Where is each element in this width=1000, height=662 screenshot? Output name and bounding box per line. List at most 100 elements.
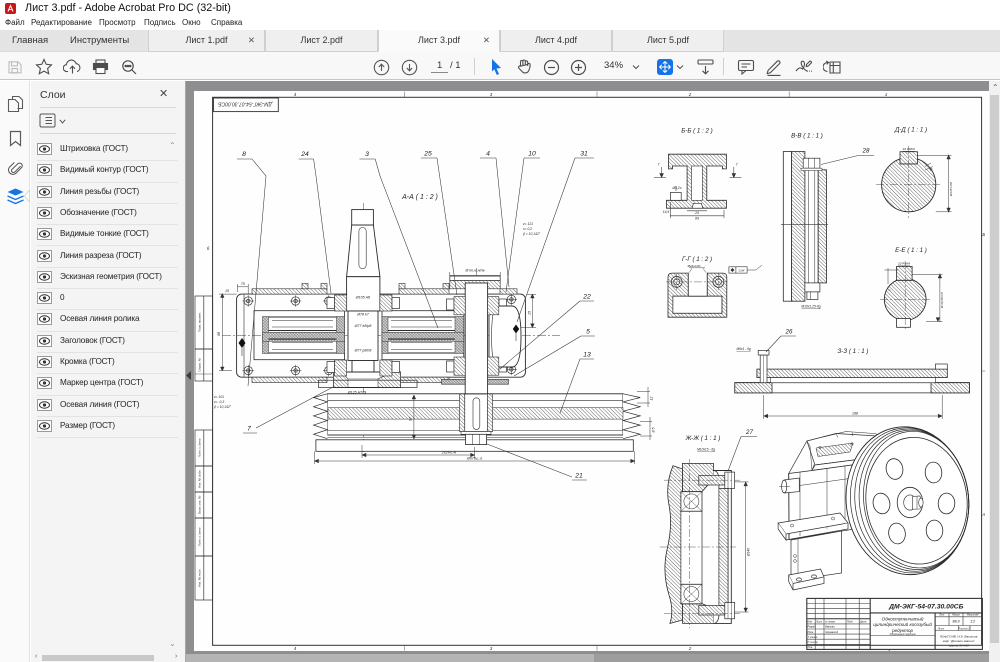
svg-text:Г-Г ( 1 : 2 ): Г-Г ( 1 : 2 ) — [682, 256, 712, 263]
svg-text:Масса: Масса — [952, 614, 960, 617]
svg-text:15: 15 — [527, 311, 531, 315]
svg-text:21: 21 — [574, 473, 583, 480]
svg-text:Ø125 Н7/f9: Ø125 Н7/f9 — [347, 391, 366, 395]
svg-text:Инв. № дубл.: Инв. № дубл. — [198, 470, 202, 489]
svg-text:88,9: 88,9 — [953, 619, 960, 623]
svg-text:Лист: Лист — [937, 627, 944, 630]
svg-text:М10х15 - 6g: М10х15 - 6g — [697, 448, 715, 452]
svg-text:Справ. №: Справ. № — [198, 357, 202, 371]
svg-text:5: 5 — [586, 329, 590, 336]
svg-text:Подп.: Подп. — [847, 621, 854, 624]
svg-text:2: 2 — [688, 646, 692, 651]
svg-text:10: 10 — [528, 151, 536, 158]
svg-text:Иванова: Иванова — [825, 626, 835, 629]
svg-text:3: 3 — [490, 92, 493, 97]
svg-text:12: 12 — [650, 397, 654, 401]
svg-text:Перв. примен.: Перв. примен. — [198, 312, 202, 332]
svg-text:ДМ-ЭКГ-54-07.30.00СБ: ДМ-ЭКГ-54-07.30.00СБ — [218, 100, 273, 106]
svg-text:Ø105 Н8: Ø105 Н8 — [355, 295, 370, 299]
svg-text:каф. "Детали машин": каф. "Детали машин" — [943, 639, 976, 643]
svg-text:4: 4 — [294, 646, 297, 651]
svg-text:Б: Б — [982, 232, 985, 237]
svg-text:б: б — [207, 246, 210, 251]
svg-text:3: 3 — [490, 646, 493, 651]
svg-text:75: 75 — [241, 282, 245, 286]
svg-text:z= 101: z= 101 — [213, 395, 224, 399]
svg-text:Дата: Дата — [859, 621, 867, 624]
svg-text:М10х1,25-6g: М10х1,25-6g — [801, 305, 820, 309]
svg-text:14,5: 14,5 — [663, 210, 670, 214]
svg-text:27: 27 — [745, 429, 753, 436]
svg-text:10 Р9/h9: 10 Р9/h9 — [898, 262, 910, 266]
svg-text:Лит.: Лит. — [938, 614, 945, 617]
svg-text:28: 28 — [862, 148, 870, 155]
svg-text:Ø78 k7: Ø78 k7 — [356, 312, 370, 316]
svg-text:А: А — [981, 512, 985, 517]
svg-text:89: 89 — [695, 217, 699, 221]
svg-text:цилиндрический косозубый: цилиндрический косозубый — [873, 621, 932, 627]
svg-text:26: 26 — [785, 329, 793, 336]
svg-text:Масштаб: Масштаб — [967, 614, 979, 617]
svg-text:Ø по.м.н/пв: Ø по.м.н/пв — [464, 269, 484, 273]
svg-text:x= -0,3: x= -0,3 — [213, 400, 224, 404]
svg-text:Одноступенчатый: Одноступенчатый — [882, 616, 924, 622]
svg-text:Сборочный чертеж: Сборочный чертеж — [890, 632, 917, 636]
svg-text:В-В ( 1 : 1 ): В-В ( 1 : 1 ) — [791, 133, 823, 140]
svg-text:β = 10,142°: β = 10,142° — [522, 232, 541, 236]
svg-text:24: 24 — [300, 151, 309, 158]
svg-text:Утв.: Утв. — [808, 646, 814, 649]
svg-text:М6х1 - 6g: М6х1 - 6g — [737, 347, 751, 351]
svg-text:З-З ( 1 : 1 ): З-З ( 1 : 1 ) — [838, 348, 869, 355]
svg-text:2х24±1.46: 2х24±1.46 — [441, 451, 457, 455]
svg-text:z= 121: z= 121 — [522, 222, 533, 226]
svg-text:7: 7 — [247, 426, 251, 433]
svg-text:2: 2 — [688, 92, 692, 97]
svg-text:Разраб.: Разраб. — [808, 626, 817, 629]
svg-text:Листов 1: Листов 1 — [957, 627, 970, 630]
svg-text:98: 98 — [217, 332, 221, 336]
svg-text:22: 22 — [582, 294, 591, 301]
svg-text:Взам. инв. №: Взам. инв. № — [198, 495, 202, 514]
svg-text:Ø77 е8/р8: Ø77 е8/р8 — [354, 324, 372, 328]
svg-text:Ø140: Ø140 — [747, 548, 751, 557]
svg-text:x= 0,2: x= 0,2 — [522, 227, 532, 231]
svg-text:Н. контр.: Н. контр. — [808, 641, 819, 644]
svg-text:Ø178-0.008: Ø178-0.008 — [949, 181, 953, 197]
svg-text:4: 4 — [486, 151, 490, 158]
svg-text:4: 4 — [294, 92, 297, 97]
svg-text:Пров.: Пров. — [808, 631, 815, 634]
svg-text:β = 10,142°: β = 10,142° — [213, 405, 232, 409]
svg-text:10: 10 — [929, 167, 934, 172]
svg-text:группа Зк-418: группа Зк-418 — [949, 643, 970, 647]
svg-text:31: 31 — [580, 151, 588, 158]
svg-text:Подп. и дата: Подп. и дата — [198, 438, 202, 457]
svg-text:Ж-Ж ( 1 : 1 ): Ж-Ж ( 1 : 1 ) — [685, 435, 721, 442]
svg-text:Ø5,2х: Ø5,2х — [671, 186, 681, 190]
svg-text:16 Р9/h9: 16 Р9/h9 — [903, 147, 915, 151]
svg-text:Ø77 р8/h8: Ø77 р8/h8 — [354, 349, 372, 353]
svg-text:1: 1 — [885, 92, 887, 97]
svg-text:Инв. № подл.: Инв. № подл. — [198, 569, 202, 588]
svg-text:Е-Е ( 1 : 1 ): Е-Е ( 1 : 1 ) — [895, 247, 927, 254]
svg-text:ДМ-ЭКГ-54-07.30.00СБ: ДМ-ЭКГ-54-07.30.00СБ — [888, 603, 964, 610]
svg-text:13: 13 — [583, 352, 591, 359]
svg-text:15: 15 — [225, 289, 229, 293]
svg-text:Б-Б ( 1 : 2 ): Б-Б ( 1 : 2 ) — [681, 128, 712, 135]
svg-text:Д-Д ( 1 : 1 ): Д-Д ( 1 : 1 ) — [894, 127, 927, 134]
svg-text:Чернавский: Чернавский — [825, 631, 839, 634]
svg-text:Ø678±1.15: Ø678±1.15 — [466, 456, 483, 460]
svg-text:Г: Г — [658, 163, 661, 167]
svg-text:Г: Г — [736, 163, 739, 167]
svg-text:№ докум.: № докум. — [825, 621, 836, 624]
svg-text:0,04: 0,04 — [739, 268, 745, 272]
svg-text:А-А ( 1 : 2 ): А-А ( 1 : 2 ) — [401, 194, 438, 201]
svg-text:25: 25 — [423, 151, 432, 158]
svg-text:Изм: Изм — [808, 621, 813, 624]
svg-text:Лист: Лист — [815, 621, 822, 624]
svg-text:Ø 44,58-0.25: Ø 44,58-0.25 — [940, 291, 944, 309]
svg-text:Ø16+0.003: Ø16+0.003 — [687, 264, 701, 268]
svg-text:3: 3 — [365, 151, 369, 158]
svg-text:Т. контр.: Т. контр. — [808, 636, 819, 639]
svg-text:1:2: 1:2 — [970, 619, 975, 623]
svg-text:8: 8 — [242, 151, 246, 158]
